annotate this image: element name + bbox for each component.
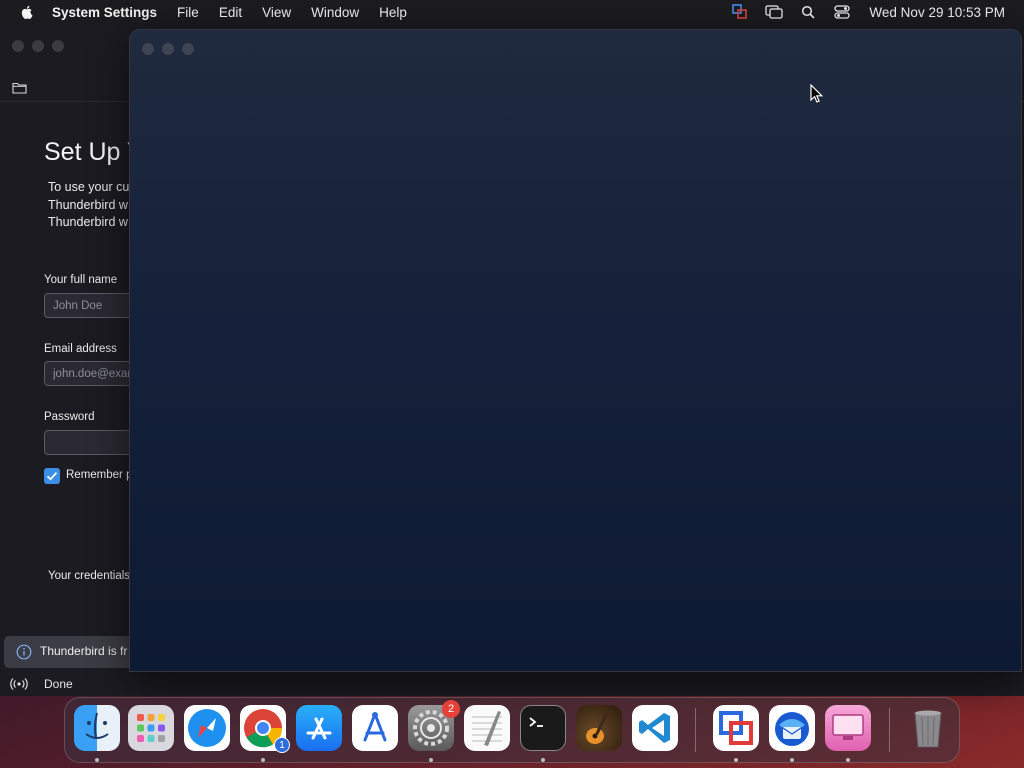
broadcast-icon[interactable] <box>10 677 28 691</box>
status-bar: Done <box>0 672 1024 696</box>
running-indicator <box>95 758 99 762</box>
dock: 1 2 <box>64 697 960 763</box>
full-name-label: Your full name <box>44 274 118 286</box>
app-store-icon[interactable] <box>296 705 342 751</box>
monitor-icon[interactable] <box>825 705 871 751</box>
remember-password-label[interactable]: Remember p <box>66 469 132 481</box>
notification-badge: 2 <box>442 700 460 718</box>
control-center-icon[interactable] <box>833 4 851 20</box>
credentials-note: Your credentials <box>48 570 131 582</box>
intro-line: Thunderbird w <box>48 197 128 212</box>
vm-icon[interactable] <box>713 705 759 751</box>
minimize-button[interactable] <box>32 40 44 52</box>
instruments-icon[interactable] <box>352 705 398 751</box>
minimize-button[interactable] <box>162 43 174 55</box>
zoom-button[interactable] <box>182 43 194 55</box>
intro-line: Thunderbird w <box>48 215 128 229</box>
folder-icon[interactable] <box>12 81 27 94</box>
spotlight-search-icon[interactable] <box>799 4 817 20</box>
remember-password-checkbox[interactable] <box>44 468 60 484</box>
close-button[interactable] <box>142 43 154 55</box>
terminal-icon[interactable] <box>520 705 566 751</box>
dock-separator <box>889 708 890 752</box>
menu-view[interactable]: View <box>262 5 291 20</box>
running-indicator <box>846 758 850 762</box>
notification-text: Thunderbird is fr <box>40 644 128 658</box>
download-count-badge: 1 <box>274 737 290 753</box>
email-label: Email address <box>44 343 117 355</box>
guitar-icon[interactable] <box>576 705 622 751</box>
safari-icon[interactable] <box>184 705 230 751</box>
intro-text: To use your cu Thunderbird w Thunderbird… <box>48 179 129 232</box>
screen-mirroring-icon[interactable] <box>765 4 784 20</box>
vscode-icon[interactable] <box>632 705 678 751</box>
running-indicator <box>429 758 433 762</box>
textedit-icon[interactable] <box>464 705 510 751</box>
running-indicator <box>261 758 265 762</box>
status-text: Done <box>44 677 73 691</box>
checkmark-icon <box>46 472 58 481</box>
apple-icon[interactable] <box>19 4 35 20</box>
menu-clock[interactable]: Wed Nov 29 10:53 PM <box>869 5 1005 20</box>
info-icon <box>16 644 32 660</box>
running-indicator <box>541 758 545 762</box>
menu-window[interactable]: Window <box>311 5 359 20</box>
running-indicator <box>734 758 738 762</box>
running-indicator <box>790 758 794 762</box>
finder-icon[interactable] <box>74 705 120 751</box>
thunderbird-icon[interactable] <box>769 705 815 751</box>
close-button[interactable] <box>12 40 24 52</box>
zoom-button[interactable] <box>52 40 64 52</box>
dock-separator <box>695 708 696 752</box>
parallels-tray-icon[interactable] <box>731 4 749 20</box>
system-settings-window[interactable] <box>129 29 1022 672</box>
trash-icon[interactable] <box>905 705 951 751</box>
intro-line: To use your cu <box>48 180 130 194</box>
menu-file[interactable]: File <box>177 5 199 20</box>
launchpad-icon[interactable] <box>128 705 174 751</box>
password-label: Password <box>44 411 95 423</box>
gear-icon[interactable]: 2 <box>408 700 460 751</box>
menu-bar: System Settings File Edit View Window He… <box>0 0 1024 24</box>
menu-help[interactable]: Help <box>379 5 407 20</box>
menu-edit[interactable]: Edit <box>219 5 242 20</box>
mouse-cursor-icon <box>810 84 824 103</box>
menu-app-name[interactable]: System Settings <box>52 5 157 20</box>
chrome-icon[interactable]: 1 <box>240 705 290 753</box>
